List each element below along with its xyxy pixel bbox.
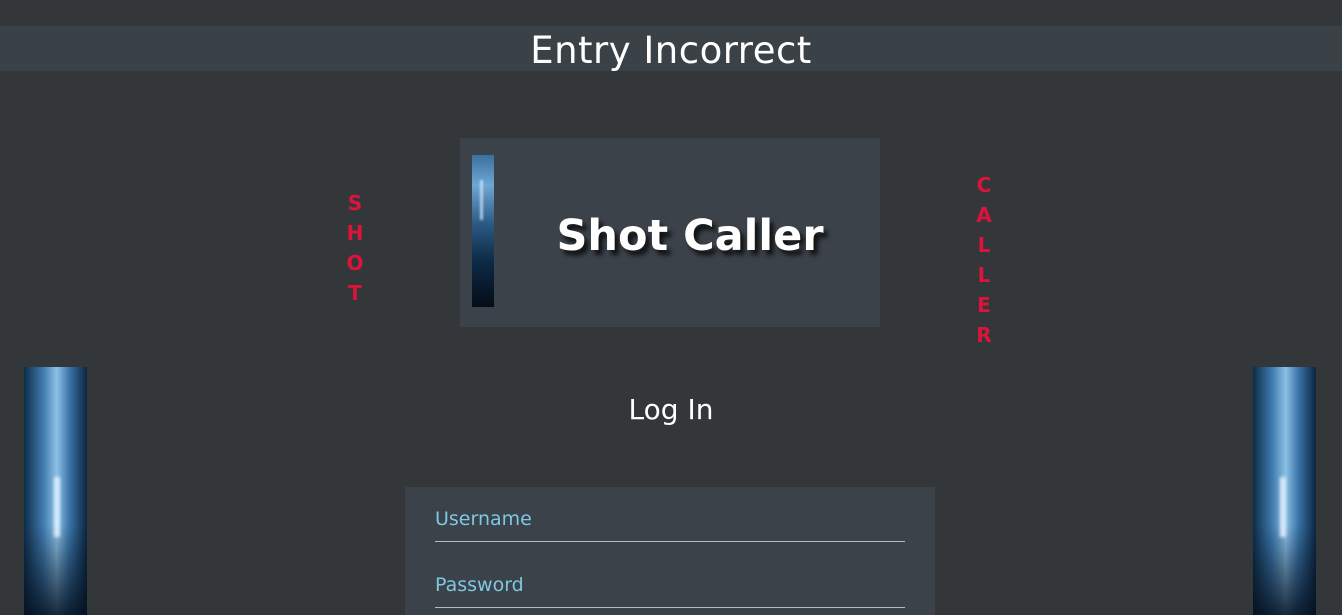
- username-input[interactable]: [435, 502, 905, 541]
- vertical-letter: S: [347, 191, 363, 215]
- banner-image: [472, 155, 494, 307]
- login-heading: Log In: [628, 393, 714, 426]
- vertical-letter: L: [977, 233, 991, 257]
- password-field-wrapper: [435, 568, 905, 608]
- vertical-word-shot: S H O T: [343, 188, 367, 308]
- vertical-letter: R: [976, 323, 992, 347]
- vertical-letter: A: [976, 203, 992, 227]
- username-field-wrapper: [435, 502, 905, 542]
- vertical-word-caller: C A L L E R: [971, 170, 997, 350]
- vertical-letter: C: [976, 173, 992, 197]
- vertical-letter: T: [348, 281, 362, 305]
- password-input[interactable]: [435, 568, 905, 607]
- vertical-letter: L: [977, 263, 991, 287]
- banner-title: Shot Caller: [556, 211, 824, 261]
- vertical-letter: H: [346, 221, 364, 245]
- status-message: Entry Incorrect: [530, 29, 812, 72]
- vertical-letter: E: [977, 293, 991, 317]
- vertical-letter: O: [346, 251, 364, 275]
- banner: Shot Caller: [460, 138, 880, 327]
- login-form: [405, 487, 935, 615]
